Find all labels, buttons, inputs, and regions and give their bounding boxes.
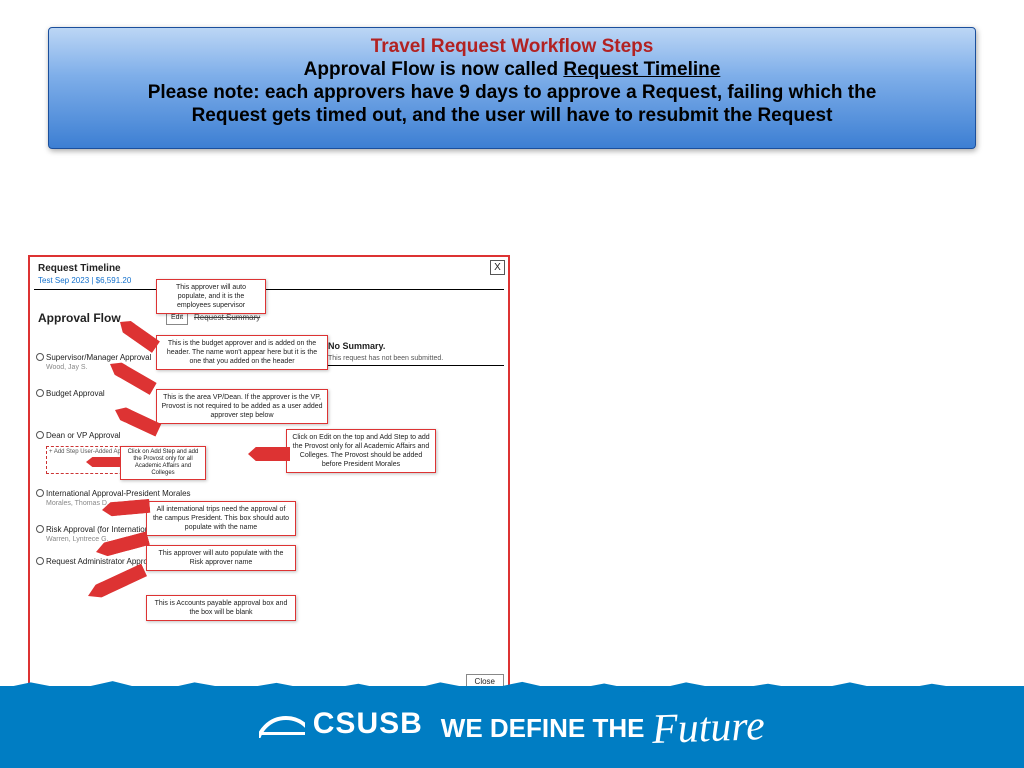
callout: Click on Edit on the top and Add Step to… [286, 429, 436, 473]
step-dot-icon [36, 525, 44, 533]
brand-text: CSUSB [313, 707, 423, 741]
no-summary-sub: This request has not been submitted. [328, 355, 443, 362]
step-dot-icon [36, 389, 44, 397]
timeline-subtitle: Test Sep 2023 | $6,591.20 [30, 276, 508, 289]
no-summary-label: No Summary. [328, 341, 385, 351]
step-dot-icon [36, 489, 44, 497]
approval-step: Dean or VP Approval [46, 431, 121, 441]
arrow-icon [248, 447, 290, 461]
tagline-script: Future [652, 702, 766, 754]
arrow-icon [85, 563, 147, 602]
callout: Click on Add Step and add the Provost on… [120, 446, 206, 480]
request-summary-heading: Request Summary [194, 313, 260, 322]
arrow-icon [86, 457, 120, 467]
divider [34, 289, 504, 290]
banner-subtitle: Approval Flow is now called Request Time… [69, 58, 955, 81]
banner-note-2: Request gets timed out, and the user wil… [69, 104, 955, 127]
csusb-logo: CSUSB [259, 707, 423, 741]
close-icon[interactable]: X [490, 260, 505, 275]
callout: This is Accounts payable approval box an… [146, 595, 296, 621]
callout: This approver will auto populate, and it… [156, 279, 266, 314]
callout: This is the area VP/Dean. If the approve… [156, 389, 328, 424]
callout: This approver will auto populate with th… [146, 545, 296, 571]
tagline-prefix: WE DEFINE THE [441, 713, 645, 744]
approval-step: Supervisor/Manager Approval Wood, Jay S. [46, 353, 151, 373]
timeline-title: Request Timeline [30, 257, 508, 276]
header-banner: Travel Request Workflow Steps Approval F… [48, 27, 976, 149]
callout: This is the budget approver and is added… [156, 335, 328, 370]
step-dot-icon [36, 431, 44, 439]
banner-title: Travel Request Workflow Steps [69, 36, 955, 58]
step-dot-icon [36, 557, 44, 565]
timeline-screenshot: X Request Timeline Test Sep 2023 | $6,59… [28, 255, 510, 695]
footer-content: CSUSB WE DEFINE THE Future [0, 700, 1024, 748]
approval-step: Budget Approval [46, 389, 105, 399]
step-dot-icon [36, 353, 44, 361]
tagline: WE DEFINE THE Future [441, 700, 765, 748]
approval-flow-heading: Approval Flow [38, 311, 121, 325]
banner-note-1: Please note: each approvers have 9 days … [69, 81, 955, 104]
footer: CSUSB WE DEFINE THE Future [0, 686, 1024, 768]
callout: All international trips need the approva… [146, 501, 296, 536]
arrow-icon [116, 316, 160, 353]
arch-icon [259, 710, 305, 738]
